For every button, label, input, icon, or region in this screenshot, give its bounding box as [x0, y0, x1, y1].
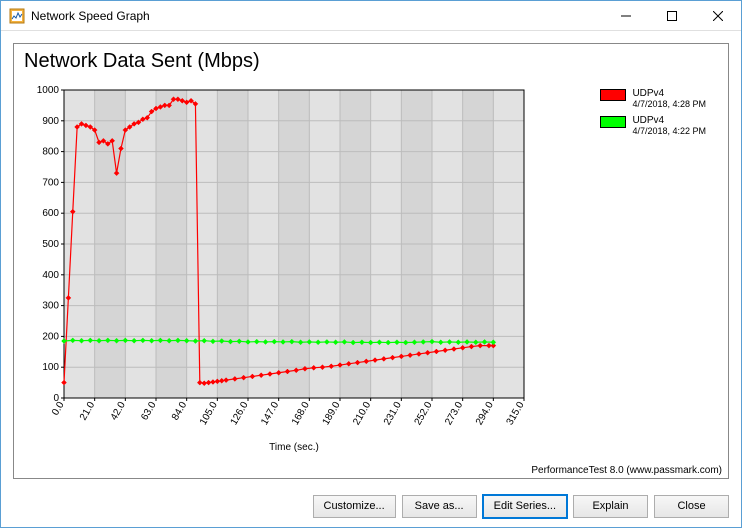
svg-text:900: 900	[42, 116, 59, 127]
chart-title: Network Data Sent (Mbps)	[14, 44, 728, 75]
svg-text:21.0: 21.0	[78, 400, 97, 423]
edit-series-button[interactable]: Edit Series...	[483, 495, 567, 518]
svg-text:168.0: 168.0	[290, 400, 312, 428]
svg-text:147.0: 147.0	[259, 400, 281, 428]
svg-text:126.0: 126.0	[229, 400, 251, 428]
svg-text:600: 600	[42, 208, 59, 219]
app-icon	[9, 8, 25, 24]
window-title: Network Speed Graph	[31, 9, 603, 23]
svg-text:100: 100	[42, 362, 59, 373]
svg-text:800: 800	[42, 147, 59, 158]
svg-text:231.0: 231.0	[382, 400, 404, 428]
svg-text:252.0: 252.0	[413, 400, 435, 428]
svg-text:294.0: 294.0	[474, 400, 496, 428]
svg-text:273.0: 273.0	[443, 400, 465, 428]
svg-text:500: 500	[42, 239, 59, 250]
footer-credit: PerformanceTest 8.0 (www.passmark.com)	[531, 465, 722, 476]
svg-text:189.0: 189.0	[321, 400, 343, 428]
customize-button[interactable]: Customize...	[313, 495, 396, 518]
svg-text:700: 700	[42, 177, 59, 188]
titlebar: Network Speed Graph	[1, 1, 741, 31]
svg-text:42.0: 42.0	[109, 400, 128, 423]
svg-text:200: 200	[42, 331, 59, 342]
window-controls	[603, 1, 741, 30]
chart-svg: 010020030040050060070080090010000.021.04…	[24, 84, 714, 464]
maximize-button[interactable]	[649, 1, 695, 30]
button-row: Customize... Save as... Edit Series... E…	[1, 487, 741, 518]
explain-button[interactable]: Explain	[573, 495, 648, 518]
close-dialog-button[interactable]: Close	[654, 495, 729, 518]
chart-body: 010020030040050060070080090010000.021.04…	[24, 84, 718, 468]
svg-text:1000: 1000	[37, 85, 60, 96]
svg-text:300: 300	[42, 301, 59, 312]
minimize-button[interactable]	[603, 1, 649, 30]
svg-text:105.0: 105.0	[198, 400, 220, 428]
svg-text:400: 400	[42, 270, 59, 281]
save-as-button[interactable]: Save as...	[402, 495, 477, 518]
close-button[interactable]	[695, 1, 741, 30]
svg-text:Time (sec.): Time (sec.)	[269, 442, 319, 453]
content-area: Network Data Sent (Mbps) UDPv4 4/7/2018,…	[1, 31, 741, 487]
svg-text:63.0: 63.0	[139, 400, 158, 423]
chart-frame: Network Data Sent (Mbps) UDPv4 4/7/2018,…	[13, 43, 729, 479]
svg-text:315.0: 315.0	[505, 400, 527, 428]
svg-text:84.0: 84.0	[170, 400, 189, 423]
svg-text:210.0: 210.0	[351, 400, 373, 428]
